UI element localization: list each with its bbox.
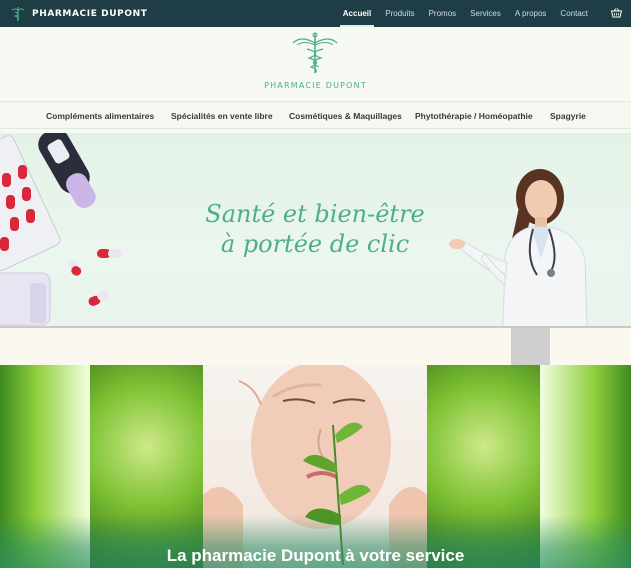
banner-title: La pharmacie Dupont à votre service [166,546,465,565]
nav-services[interactable]: Services [463,0,508,27]
doctor-illustration [449,169,588,327]
basket-icon[interactable] [611,8,622,18]
nav-produits[interactable]: Produits [378,0,421,27]
brand-name: PHARMACIE DUPONT [32,8,148,19]
brand[interactable]: PHARMACIE DUPONT [10,6,147,22]
hero-title-line2: à portée de clic [220,230,410,258]
category-cosmetiques[interactable]: Cosmétiques & Maquillages [289,102,402,129]
category-complements[interactable]: Compléments alimentaires [46,102,154,129]
nav-promos[interactable]: Promos [422,0,464,27]
logo-text: PHARMACIE DUPONT [264,81,367,90]
hero-banner[interactable]: Santé et bien-être à portée de clic [0,133,631,327]
pills-illustration [0,133,122,326]
nav-accueil[interactable]: Accueil [336,0,378,27]
nav-contact[interactable]: Contact [553,0,595,27]
hero-title-line1: Santé et bien-être [205,200,425,228]
caduceus-icon [11,6,25,21]
category-phytotherapie[interactable]: Phytothérapie / Homéopathie [415,102,533,129]
logo-header: PHARMACIE DUPONT [0,27,631,101]
service-banner[interactable]: La pharmacie Dupont à votre service [0,365,631,568]
top-navbar: PHARMACIE DUPONT Accueil Produits Promos… [0,0,631,27]
category-spagyrie[interactable]: Spagyrie [550,102,586,129]
top-nav: Accueil Produits Promos Services A propo… [336,0,595,27]
scroll-indicator[interactable] [511,328,550,365]
category-specialites[interactable]: Spécialités en vente libre [171,102,273,129]
caduceus-icon[interactable] [291,31,339,75]
hero-title: Santé et bien-être à portée de clic [185,199,445,259]
nav-a-propos[interactable]: A propos [508,0,554,27]
category-nav: Compléments alimentaires Spécialités en … [0,101,631,129]
